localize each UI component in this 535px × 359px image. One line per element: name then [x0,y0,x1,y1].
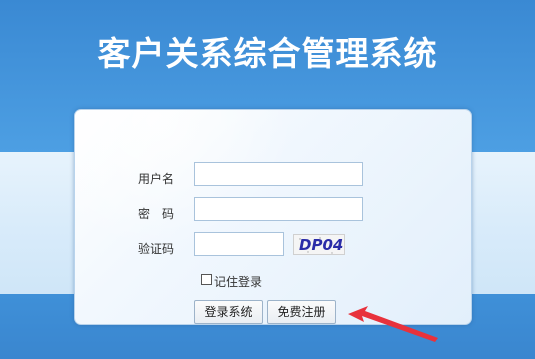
page-title: 客户关系综合管理系统 [97,34,438,73]
remember-login-checkbox[interactable] [201,274,212,285]
password-label: 密 码 [138,207,175,221]
remember-login-label[interactable]: 记住登录 [214,273,262,290]
captcha-label: 验证码 [138,242,175,256]
captcha-code-text: DP04 [299,236,344,254]
register-button[interactable]: 免费注册 [267,300,336,324]
captcha-image[interactable]: DP04 [293,234,345,255]
red-arrow-icon [348,306,438,342]
password-input[interactable] [194,197,363,221]
username-input[interactable] [194,162,363,186]
captcha-input[interactable] [194,232,284,256]
username-label: 用户名 [138,172,175,186]
login-button[interactable]: 登录系统 [194,300,263,324]
